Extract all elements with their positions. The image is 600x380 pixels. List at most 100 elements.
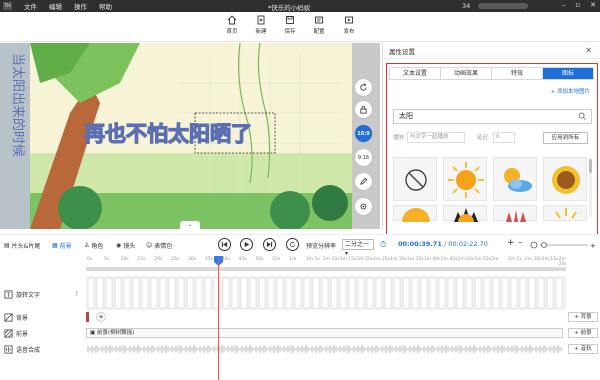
text-clip[interactable] (501, 277, 509, 309)
delay-stepper[interactable]: 0 (493, 132, 515, 143)
text-clip[interactable] (339, 277, 347, 309)
text-clip[interactable] (240, 277, 248, 309)
tab-animation[interactable]: 动画效果 (441, 68, 492, 79)
rotate-button[interactable] (355, 79, 372, 96)
text-clip[interactable] (231, 277, 239, 309)
foreground-clip[interactable]: ▣ 前景(柳树飘摇) (86, 328, 563, 338)
text-clip[interactable] (492, 277, 500, 309)
edit-button[interactable] (355, 173, 372, 190)
subtitle-text[interactable]: 再也不怕太阳晒了 (83, 118, 252, 148)
icon-thumb-none[interactable] (393, 157, 437, 201)
publish-button[interactable]: 发布 (336, 15, 362, 35)
track-rotate-text[interactable]: T 旋转文字 ? (0, 287, 84, 301)
search-icon[interactable] (578, 112, 587, 121)
text-clip[interactable] (303, 277, 311, 309)
help-icon[interactable]: ? (75, 291, 78, 298)
config-button[interactable]: 配置 (306, 15, 332, 35)
text-clip[interactable] (141, 277, 149, 309)
next-button[interactable] (263, 238, 276, 251)
track-background[interactable]: 背景 (0, 312, 84, 322)
text-clip[interactable] (357, 277, 365, 309)
text-clip[interactable] (420, 277, 428, 309)
icon-search-input[interactable]: 太阳 (393, 109, 592, 124)
add-background-button[interactable]: + 背景 (568, 312, 598, 322)
tab-text-settings[interactable]: 文本设置 (390, 68, 441, 79)
add-local-image-link[interactable]: + 添加本地图片 (551, 87, 590, 95)
text-clip[interactable] (186, 277, 194, 309)
menu-help[interactable]: 帮助 (99, 1, 112, 11)
text-clip[interactable] (528, 277, 536, 309)
zoom-slider[interactable]: + (530, 240, 596, 250)
text-clip[interactable] (96, 277, 104, 309)
icon-thumb-sun[interactable] (443, 157, 487, 201)
icon-thumb-sun-red[interactable] (493, 205, 537, 222)
collapse-timeline-button[interactable]: ⌄ (180, 221, 200, 229)
tab-icons[interactable]: 图标 (543, 68, 593, 79)
text-clip[interactable] (123, 277, 131, 309)
text-clip[interactable] (204, 277, 212, 309)
text-clip[interactable] (411, 277, 419, 309)
text-clip[interactable] (168, 277, 176, 309)
ratio-16-9-button[interactable]: 16:9 (355, 125, 372, 142)
text-clip[interactable] (330, 277, 338, 309)
icon-thumb-sun-rays[interactable] (543, 205, 587, 221)
foreground-lane[interactable]: ▣ 前景(柳树飘摇) (86, 328, 566, 338)
text-clip[interactable] (258, 277, 266, 309)
text-clip[interactable] (510, 277, 518, 309)
home-button[interactable]: 首页 (219, 15, 245, 35)
foreground-button[interactable]: ▦ 前景 (52, 241, 72, 250)
subtract-time-button[interactable]: – (518, 238, 523, 248)
text-clip[interactable] (519, 277, 527, 309)
scroll-thumb[interactable] (589, 159, 592, 173)
new-button[interactable]: 新建 (248, 15, 274, 35)
emoji-button[interactable]: ☺ 表情包 (146, 241, 172, 250)
replay-button[interactable] (286, 238, 299, 251)
audio-lane[interactable] (86, 344, 566, 354)
text-clip[interactable] (465, 277, 473, 309)
text-clip[interactable] (105, 277, 113, 309)
minimize-icon[interactable]: – (562, 1, 566, 9)
intro-outro-button[interactable]: ▤ 片头&片尾 (4, 241, 40, 250)
tab-effects[interactable]: 特效 (492, 68, 543, 79)
camera-button[interactable]: ◉ 镜头 (116, 241, 135, 250)
add-audio-track-button[interactable]: + 音轨 (568, 344, 598, 354)
close-panel-icon[interactable]: ✕ (585, 46, 592, 55)
text-clip[interactable] (285, 277, 293, 309)
text-clip[interactable] (438, 277, 446, 309)
text-clip[interactable] (222, 277, 230, 309)
rotate-text-lane[interactable] (86, 276, 566, 310)
text-clip[interactable] (384, 277, 392, 309)
icon-thumb-sun-black[interactable] (443, 205, 487, 222)
text-clip[interactable] (321, 277, 329, 309)
settings-button[interactable] (355, 198, 372, 215)
text-clip[interactable] (294, 277, 302, 309)
icon-thumb-sun-cloud[interactable] (493, 157, 537, 201)
ratio-9-16-button[interactable]: 9:16 (355, 149, 372, 166)
text-clip[interactable] (456, 277, 464, 309)
apply-all-button[interactable]: 应用到所有 (543, 132, 588, 144)
track-audio[interactable]: 语音合成 (0, 344, 84, 354)
icon-thumb-sun-brown[interactable] (543, 157, 587, 201)
background-clip[interactable] (86, 312, 89, 322)
menu-edit[interactable]: 编辑 (49, 1, 62, 11)
text-clip[interactable] (177, 277, 185, 309)
add-time-button[interactable]: + (507, 238, 515, 248)
close-icon[interactable]: ✕ (590, 1, 596, 9)
text-clip[interactable] (348, 277, 356, 309)
text-clip[interactable] (132, 277, 140, 309)
icon-thumb-sunrise[interactable] (393, 205, 437, 222)
menu-operate[interactable]: 操作 (74, 1, 87, 11)
lock-button[interactable] (355, 101, 372, 118)
text-clip[interactable] (366, 277, 374, 309)
text-clip[interactable] (249, 277, 257, 309)
text-clip[interactable] (483, 277, 491, 309)
text-clip[interactable] (87, 277, 95, 309)
text-clip[interactable] (429, 277, 437, 309)
track-foreground[interactable]: 前景 (0, 328, 84, 338)
play-mode-select[interactable]: 与文字一起播放 (407, 132, 465, 143)
text-clip[interactable] (393, 277, 401, 309)
text-clip[interactable] (213, 277, 221, 309)
background-lane[interactable]: + (86, 312, 566, 322)
text-clip[interactable] (312, 277, 320, 309)
text-clip[interactable] (447, 277, 455, 309)
